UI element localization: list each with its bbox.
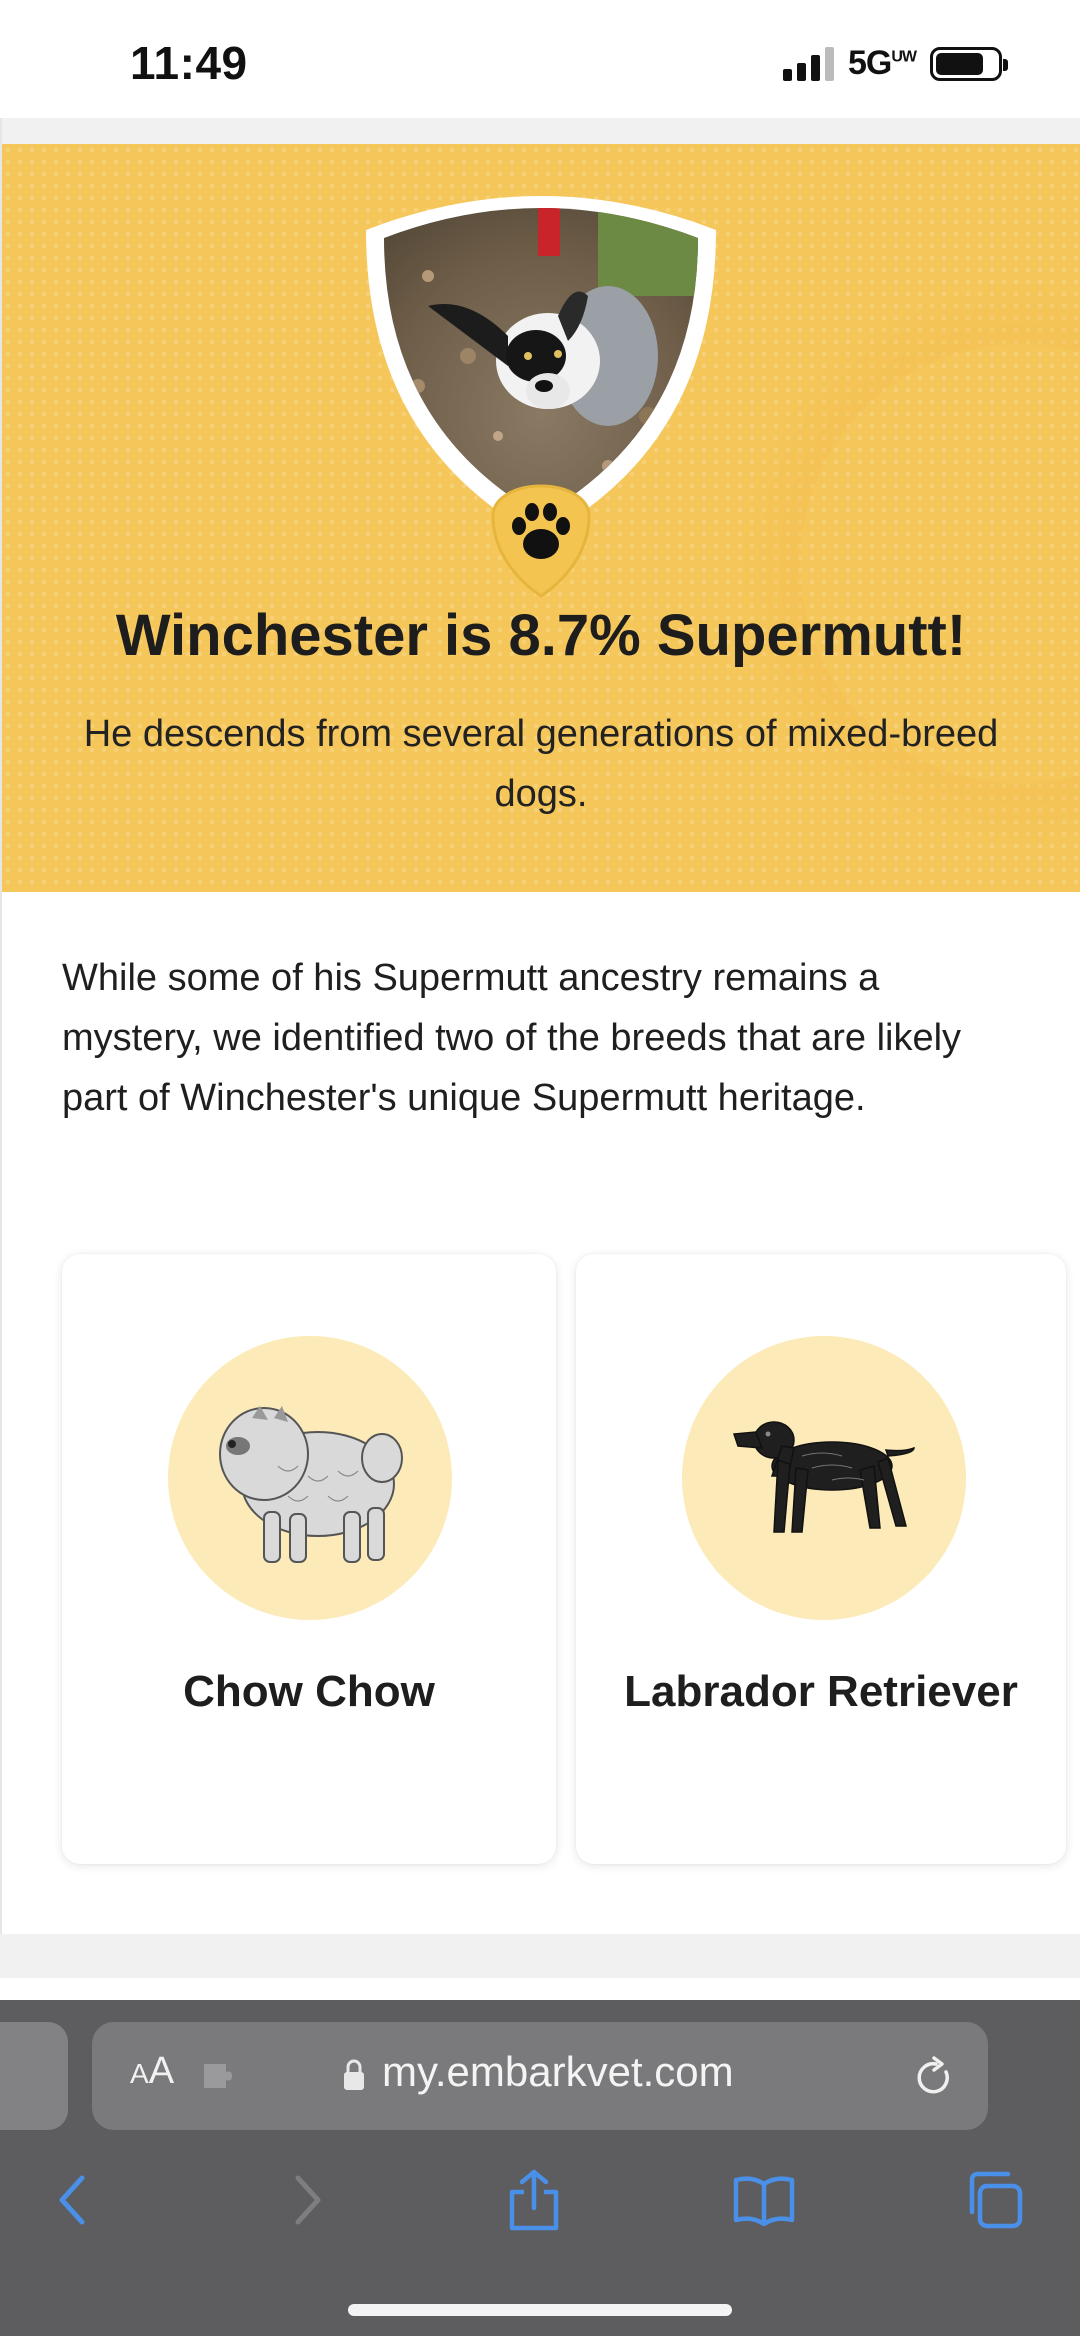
extension-icon[interactable] (200, 2060, 242, 2092)
tabs-icon (969, 2171, 1023, 2229)
status-bar: 11:49 5GUW (0, 0, 1080, 118)
tabs-button[interactable] (954, 2160, 1034, 2240)
battery-icon (930, 46, 1008, 81)
book-icon (733, 2176, 795, 2226)
paw-icon (491, 484, 591, 598)
lock-icon (344, 2059, 364, 2090)
supermutt-percentage-title: Winchester is 8.7% Supermutt! (115, 603, 967, 668)
cellular-signal-icon (782, 46, 834, 81)
browser-chrome: AA my.embarkvet.com (0, 2000, 1080, 2336)
breed-name: Labrador Retriever (624, 1667, 1018, 1716)
url-text: my.embarkvet.com (382, 2048, 734, 2095)
status-time: 11:49 (130, 37, 248, 89)
reload-icon[interactable] (910, 2054, 956, 2100)
browser-toolbar (0, 2160, 1080, 2270)
ancestry-intro-text: While some of his Supermutt ancestry rem… (62, 957, 962, 1119)
network-type: 5GUW (847, 44, 917, 82)
breed-cards: Chow Chow Labrador Retriever (62, 1254, 1080, 1866)
supermutt-subtitle: He descends from several generations of … (83, 713, 999, 815)
text-size-button[interactable]: AA (130, 2050, 174, 2093)
page-top-spacer (0, 118, 1080, 144)
bookmarks-button[interactable] (724, 2160, 804, 2240)
supermutt-hero: Winchester is 8.7% Supermutt! He descend… (2, 144, 1080, 892)
share-icon (509, 2169, 559, 2231)
breed-card-labrador-retriever[interactable]: Labrador Retriever (576, 1254, 1066, 1864)
labrador-retriever-illustration-icon (682, 1336, 966, 1620)
home-indicator[interactable] (348, 2304, 732, 2316)
dog-photo-shield (358, 186, 724, 598)
breed-card-chow-chow[interactable]: Chow Chow (62, 1254, 556, 1864)
forward-button[interactable] (268, 2160, 348, 2240)
chow-chow-illustration-icon (168, 1336, 452, 1620)
status-indicators: 5GUW (782, 44, 1008, 83)
page-bottom-spacer (0, 1934, 1080, 1978)
chevron-left-icon (59, 2175, 85, 2225)
previous-tab[interactable] (0, 2022, 68, 2130)
chevron-right-icon (295, 2175, 321, 2225)
back-button[interactable] (32, 2160, 112, 2240)
address-bar[interactable]: AA my.embarkvet.com (92, 2022, 988, 2130)
breed-name: Chow Chow (183, 1667, 435, 1716)
share-button[interactable] (494, 2160, 574, 2240)
